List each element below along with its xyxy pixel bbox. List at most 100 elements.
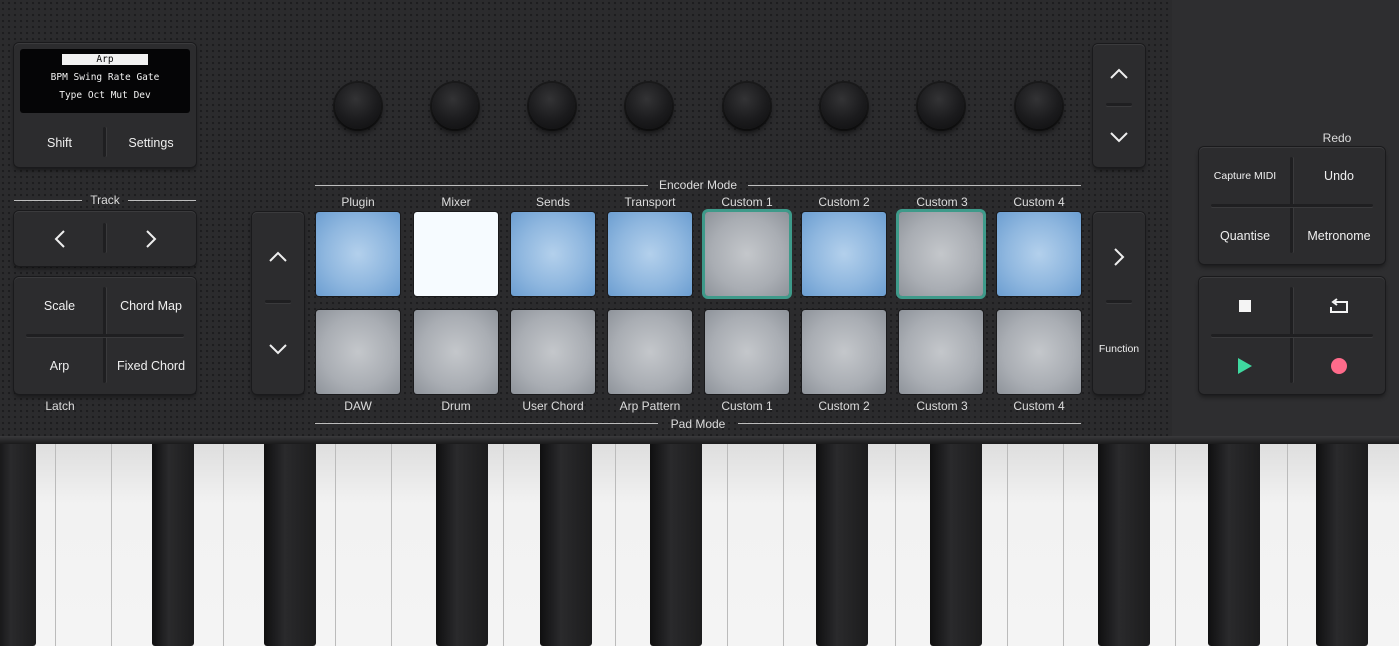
divider	[1106, 103, 1132, 106]
pad-bottom-6[interactable]	[802, 310, 886, 394]
edit-buttons: Capture MIDI Undo Quantise Metronome	[1199, 147, 1385, 264]
black-key[interactable]	[436, 444, 488, 646]
display-unit: Arp BPM Swing Rate Gate Type Oct Mut Dev…	[14, 43, 196, 167]
track-line-left	[14, 200, 82, 201]
white-key[interactable]	[728, 444, 784, 646]
stop-button[interactable]	[1199, 277, 1291, 334]
chevron-up-icon	[1110, 68, 1128, 79]
divider	[265, 300, 291, 303]
track-next-button[interactable]	[106, 211, 196, 266]
encoder-mode-label: Encoder Mode	[658, 178, 738, 192]
settings-button[interactable]: Settings	[106, 119, 196, 167]
encoder-knob-7[interactable]	[918, 83, 964, 129]
pad-bottom-4[interactable]	[608, 310, 692, 394]
pad-page-buttons	[252, 212, 304, 394]
black-key[interactable]	[540, 444, 592, 646]
chord-buttons: Scale Chord Map Arp Fixed Chord	[14, 277, 196, 394]
scale-button[interactable]: Scale	[14, 277, 105, 334]
track-buttons	[14, 211, 196, 266]
pad-top-7[interactable]	[899, 212, 983, 296]
white-key[interactable]	[1008, 444, 1064, 646]
pad-bottom-7[interactable]	[899, 310, 983, 394]
pad-top-5[interactable]	[705, 212, 789, 296]
latch-label: Latch	[45, 399, 75, 413]
black-key[interactable]	[0, 444, 36, 646]
divider	[1211, 334, 1373, 337]
undo-button[interactable]: Undo	[1293, 147, 1385, 204]
encoder-knob-3[interactable]	[529, 83, 575, 129]
metronome-button[interactable]: Metronome	[1293, 207, 1385, 264]
black-key[interactable]	[1098, 444, 1150, 646]
pad-mode-label-bottom: Custom 3	[916, 399, 968, 413]
pad-top-3[interactable]	[511, 212, 595, 296]
pad-bottom-8[interactable]	[997, 310, 1081, 394]
black-key[interactable]	[1316, 444, 1368, 646]
chevron-down-icon	[1110, 132, 1128, 143]
black-key[interactable]	[152, 444, 194, 646]
pad-bottom-3[interactable]	[511, 310, 595, 394]
encoder-up-button[interactable]	[1093, 44, 1145, 104]
black-key[interactable]	[1208, 444, 1260, 646]
pad-mode-label-bottom: Custom 4	[1013, 399, 1065, 413]
white-key[interactable]	[336, 444, 392, 646]
pad-bottom-1[interactable]	[316, 310, 400, 394]
encoder-knob-1[interactable]	[335, 83, 381, 129]
track-previous-button[interactable]	[14, 211, 105, 266]
record-button[interactable]	[1293, 337, 1385, 394]
chevron-right-icon	[146, 229, 157, 248]
stop-icon	[1239, 299, 1251, 312]
pad-bottom-5[interactable]	[705, 310, 789, 394]
encoder-mode-line-left	[315, 185, 648, 186]
pad-top-6[interactable]	[802, 212, 886, 296]
panel-edge	[0, 436, 1399, 444]
loop-button[interactable]	[1293, 277, 1385, 334]
chevron-down-icon	[269, 344, 287, 355]
divider	[1211, 204, 1373, 207]
black-key[interactable]	[930, 444, 982, 646]
screen-line-1: BPM Swing Rate Gate	[50, 72, 160, 83]
capture-midi-button[interactable]: Capture MIDI	[1199, 147, 1291, 204]
arp-button[interactable]: Arp	[14, 337, 105, 394]
encoder-knob-5[interactable]	[724, 83, 770, 129]
pad-up-button[interactable]	[252, 212, 304, 301]
transport-buttons	[1199, 277, 1385, 394]
play-button[interactable]	[1199, 337, 1291, 394]
chevron-up-icon	[269, 251, 287, 262]
pad-mode-label-top: Custom 3	[916, 195, 968, 209]
piano-keyboard	[0, 444, 1399, 646]
encoder-knob-4[interactable]	[626, 83, 672, 129]
shift-button[interactable]: Shift	[14, 119, 105, 167]
loop-icon	[1330, 297, 1348, 313]
black-key[interactable]	[816, 444, 868, 646]
pad-top-2[interactable]	[414, 212, 498, 296]
fixed-chord-button[interactable]: Fixed Chord	[106, 337, 196, 394]
black-key[interactable]	[264, 444, 316, 646]
encoder-mode-line-right	[748, 185, 1081, 186]
encoder-knob-2[interactable]	[432, 83, 478, 129]
white-key[interactable]	[56, 444, 112, 646]
encoder-down-button[interactable]	[1093, 107, 1145, 167]
function-button[interactable]: Function	[1093, 304, 1145, 394]
pad-top-4[interactable]	[608, 212, 692, 296]
pad-mode-label-top: Sends	[535, 195, 571, 209]
chord-map-button[interactable]: Chord Map	[106, 277, 196, 334]
pad-mode-label-top: Custom 1	[721, 195, 773, 209]
pad-bottom-2[interactable]	[414, 310, 498, 394]
pad-mode-label-top: Mixer	[441, 195, 471, 209]
chevron-left-icon	[54, 229, 65, 248]
quantise-button[interactable]: Quantise	[1199, 207, 1291, 264]
encoder-knob-6[interactable]	[821, 83, 867, 129]
black-key[interactable]	[650, 444, 702, 646]
pad-next-button[interactable]	[1093, 212, 1145, 301]
encoder-knob-8[interactable]	[1016, 83, 1062, 129]
pad-mode-label-bottom: DAW	[344, 399, 372, 413]
pad-mode-label-top: Plugin	[341, 195, 375, 209]
record-icon	[1331, 357, 1347, 374]
pad-top-8[interactable]	[997, 212, 1081, 296]
pad-top-1[interactable]	[316, 212, 400, 296]
pad-mode-label-bottom: Arp Pattern	[619, 399, 681, 413]
pad-side-buttons: Function	[1093, 212, 1145, 394]
pad-down-button[interactable]	[252, 304, 304, 394]
pad-mode-label-bottom: User Chord	[522, 399, 584, 413]
track-label: Track	[90, 193, 120, 207]
